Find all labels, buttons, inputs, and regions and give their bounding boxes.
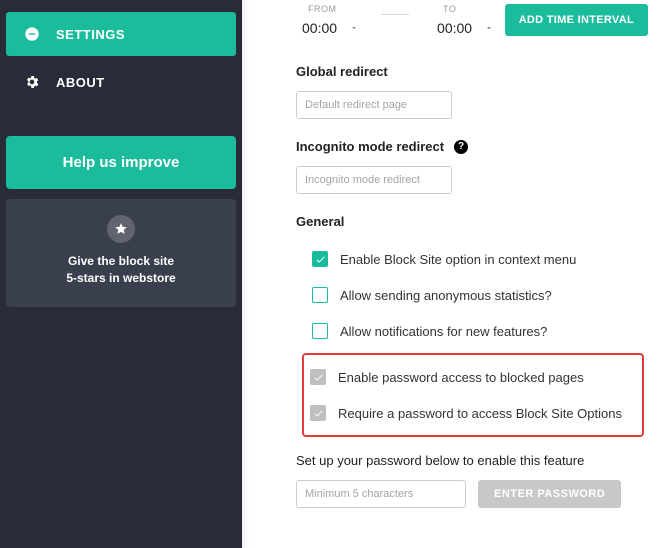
checkbox-icon[interactable] [310,405,326,421]
nav-label-settings: SETTINGS [56,27,125,42]
chevron-down-icon [349,23,359,33]
password-row: ENTER PASSWORD [296,480,648,508]
incognito-redirect-input[interactable] [297,167,452,193]
to-dropdown[interactable]: 00:00 [431,18,494,38]
help-us-improve-button[interactable]: Help us improve [6,136,236,189]
option-label: Enable Block Site option in context menu [340,252,576,267]
to-value: 00:00 [431,18,478,38]
chevron-down-icon [484,23,494,33]
help-icon[interactable]: ? [454,140,468,154]
from-dropdown[interactable]: 00:00 [296,18,359,38]
gear-icon [24,74,40,90]
minus-circle-icon [24,26,40,42]
sidebar: SETTINGS ABOUT Help us improve Give the … [0,0,242,548]
checkbox-icon[interactable] [312,323,328,339]
main-content: FROM 00:00 TO 00:00 ADD TIME INTERVAL Gl… [242,0,670,548]
enter-password-button[interactable]: ENTER PASSWORD [478,480,621,508]
time-from: FROM 00:00 [296,4,359,38]
nav-item-about[interactable]: ABOUT [6,60,236,104]
from-label: FROM [308,4,359,14]
option-label: Enable password access to blocked pages [338,370,584,385]
incognito-title-text: Incognito mode redirect [296,139,444,154]
rate-text-line2: 5-stars in webstore [16,270,226,287]
checkbox-icon[interactable] [310,369,326,385]
section-title-incognito-redirect: Incognito mode redirect ? [296,139,648,154]
option-notifications[interactable]: Allow notifications for new features? [312,313,648,349]
time-to: TO 00:00 [431,4,494,38]
to-label: TO [443,4,494,14]
option-anon-stats[interactable]: Allow sending anonymous statistics? [312,277,648,313]
rate-text-line1: Give the block site [16,253,226,270]
star-icon [107,215,135,243]
option-label: Allow notifications for new features? [340,324,547,339]
highlighted-options: Enable password access to blocked pages … [302,353,644,437]
section-title-general: General [296,214,648,229]
option-label: Allow sending anonymous statistics? [340,288,552,303]
option-context-menu[interactable]: Enable Block Site option in context menu [312,241,648,277]
password-input[interactable] [296,480,466,508]
time-dash [381,14,409,15]
add-time-interval-button[interactable]: ADD TIME INTERVAL [505,4,648,36]
global-redirect-input[interactable] [297,92,452,118]
nav-label-about: ABOUT [56,75,105,90]
nav-item-settings[interactable]: SETTINGS [6,12,236,56]
section-title-global-redirect: Global redirect [296,64,648,79]
from-value: 00:00 [296,18,343,38]
option-label: Require a password to access Block Site … [338,406,622,421]
incognito-redirect-field: SET [296,166,452,194]
global-redirect-field: SET [296,91,452,119]
checkbox-icon[interactable] [312,251,328,267]
rate-card[interactable]: Give the block site 5-stars in webstore [6,199,236,307]
option-require-password[interactable]: Require a password to access Block Site … [310,395,636,431]
time-interval-row: FROM 00:00 TO 00:00 ADD TIME INTERVAL [296,0,648,38]
password-prompt: Set up your password below to enable thi… [296,453,648,468]
option-password-access[interactable]: Enable password access to blocked pages [310,359,636,395]
checkbox-icon[interactable] [312,287,328,303]
